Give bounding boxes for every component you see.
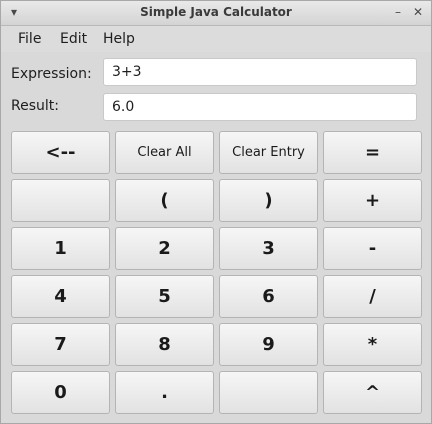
power-button[interactable]: ^ xyxy=(323,371,422,414)
expression-field[interactable]: 3+3 xyxy=(103,58,417,86)
plus-button[interactable]: + xyxy=(323,179,422,222)
clear-entry-button[interactable]: Clear Entry xyxy=(219,131,318,174)
expression-label: Expression: xyxy=(11,66,92,82)
backspace-button[interactable]: <-- xyxy=(11,131,110,174)
divide-button[interactable]: / xyxy=(323,275,422,318)
equals-button[interactable]: = xyxy=(323,131,422,174)
blank-button-r5-c2[interactable] xyxy=(219,371,318,414)
digit-2-button[interactable]: 2 xyxy=(115,227,214,270)
digit-9-button[interactable]: 9 xyxy=(219,323,318,366)
digit-1-button[interactable]: 1 xyxy=(11,227,110,270)
digit-6-button[interactable]: 6 xyxy=(219,275,318,318)
digit-7-button[interactable]: 7 xyxy=(11,323,110,366)
minus-button[interactable]: - xyxy=(323,227,422,270)
digit-3-button[interactable]: 3 xyxy=(219,227,318,270)
result-field[interactable]: 6.0 xyxy=(103,93,417,121)
minimize-icon[interactable]: – xyxy=(389,3,407,21)
result-label: Result: xyxy=(11,98,59,114)
title-bar[interactable]: ▾ Simple Java Calculator – ✕ xyxy=(1,1,431,26)
decimal-button[interactable]: . xyxy=(115,371,214,414)
menu-edit[interactable]: Edit xyxy=(60,31,87,47)
digit-4-button[interactable]: 4 xyxy=(11,275,110,318)
calculator-window: ▾ Simple Java Calculator – ✕ File Edit H… xyxy=(0,0,432,424)
menu-bar: File Edit Help xyxy=(1,26,431,52)
window-title: Simple Java Calculator xyxy=(140,5,292,19)
menu-help[interactable]: Help xyxy=(103,31,135,47)
blank-button-r1-c0[interactable] xyxy=(11,179,110,222)
digit-5-button[interactable]: 5 xyxy=(115,275,214,318)
digit-0-button[interactable]: 0 xyxy=(11,371,110,414)
close-paren-button[interactable]: ) xyxy=(219,179,318,222)
open-paren-button[interactable]: ( xyxy=(115,179,214,222)
multiply-button[interactable]: * xyxy=(323,323,422,366)
clear-all-button[interactable]: Clear All xyxy=(115,131,214,174)
close-icon[interactable]: ✕ xyxy=(409,3,427,21)
digit-8-button[interactable]: 8 xyxy=(115,323,214,366)
menu-file[interactable]: File xyxy=(18,31,41,47)
